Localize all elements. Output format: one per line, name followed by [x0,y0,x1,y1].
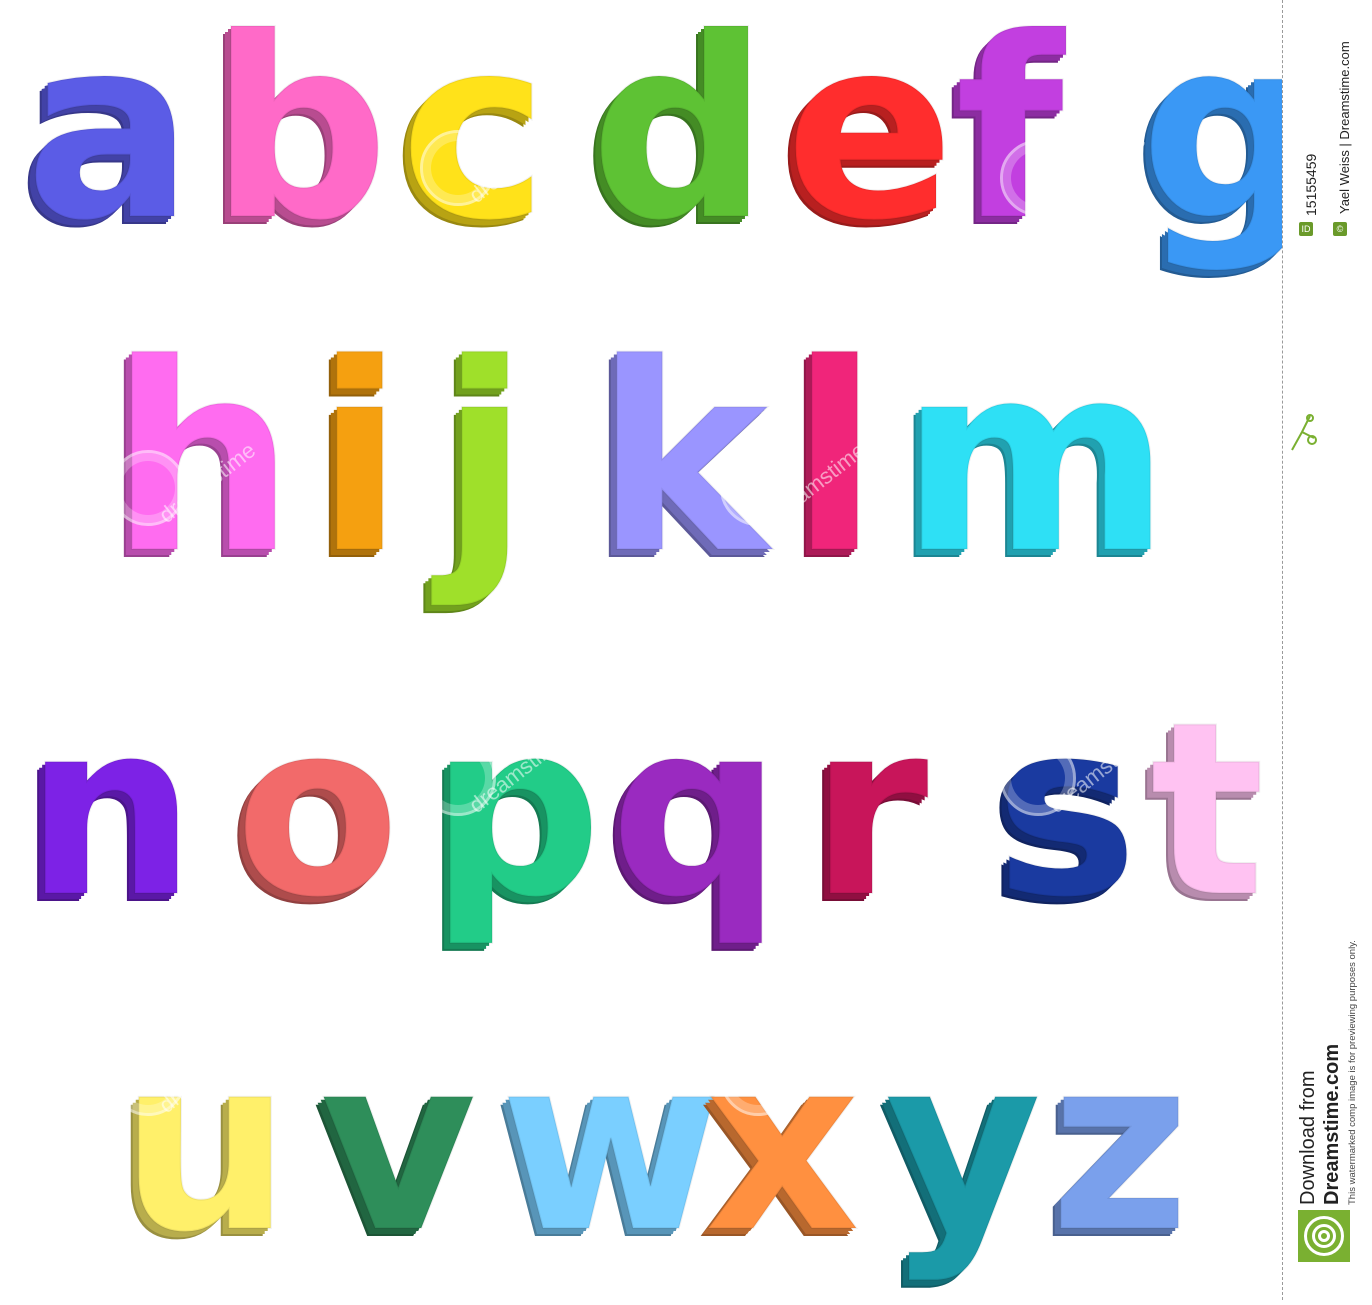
letter-d: d [589,0,770,275]
letter-r: r [809,670,929,950]
letter-row: abcdefg [0,0,1320,305]
alphabet-illustration: a b c d e f g h i j k l m n o p q r s t u v w x y z dreamstime drea… [0,0,1320,1300]
copyright-badge: © [1333,222,1347,236]
letter-o: o [234,670,401,950]
letter-k: k [594,309,769,611]
letter-t: t [1149,670,1266,950]
stock-info-strip: ID 15155459 © Yael Weiss | Dreamstime.co… [1282,0,1372,1300]
letter-u: u [119,1005,292,1285]
letter-row: uvwxyz [0,1005,1280,1305]
letter-x: x [704,1005,861,1285]
image-id: 15155459 [1303,153,1319,216]
preview-notice: This watermarked comp image is for previ… [1347,940,1358,1205]
letter-q: q [609,670,783,950]
site-name: Dreamstime.com [1321,1043,1343,1205]
letter-row: nopqrst [0,670,1280,980]
id-badge: ID [1299,222,1313,236]
letter-p: p [429,670,603,950]
letter-l: l [789,309,880,611]
download-from-label: Download from [1297,1070,1319,1205]
letter-a: a [24,0,195,275]
author-credit: Yael Weiss | Dreamstime.com [1337,41,1352,214]
scissors-icon [1291,414,1317,451]
letter-h: h [109,309,296,611]
letter-row: hijklm [0,309,1280,630]
letter-z: z [1049,1005,1191,1285]
letter-y: y [884,1005,1042,1285]
letter-w: w [499,1005,723,1285]
dreamstime-logo [1298,1210,1350,1262]
letter-m: m [899,309,1172,611]
letter-b: b [209,0,390,275]
letter-s: s [994,670,1139,950]
letter-c: c [399,0,549,275]
letter-i: i [314,309,405,611]
letter-n: n [24,670,197,950]
letter-j: j [439,309,530,611]
letter-f: f [954,0,1065,275]
letter-e: e [784,0,956,275]
letter-v: v [319,1005,477,1285]
